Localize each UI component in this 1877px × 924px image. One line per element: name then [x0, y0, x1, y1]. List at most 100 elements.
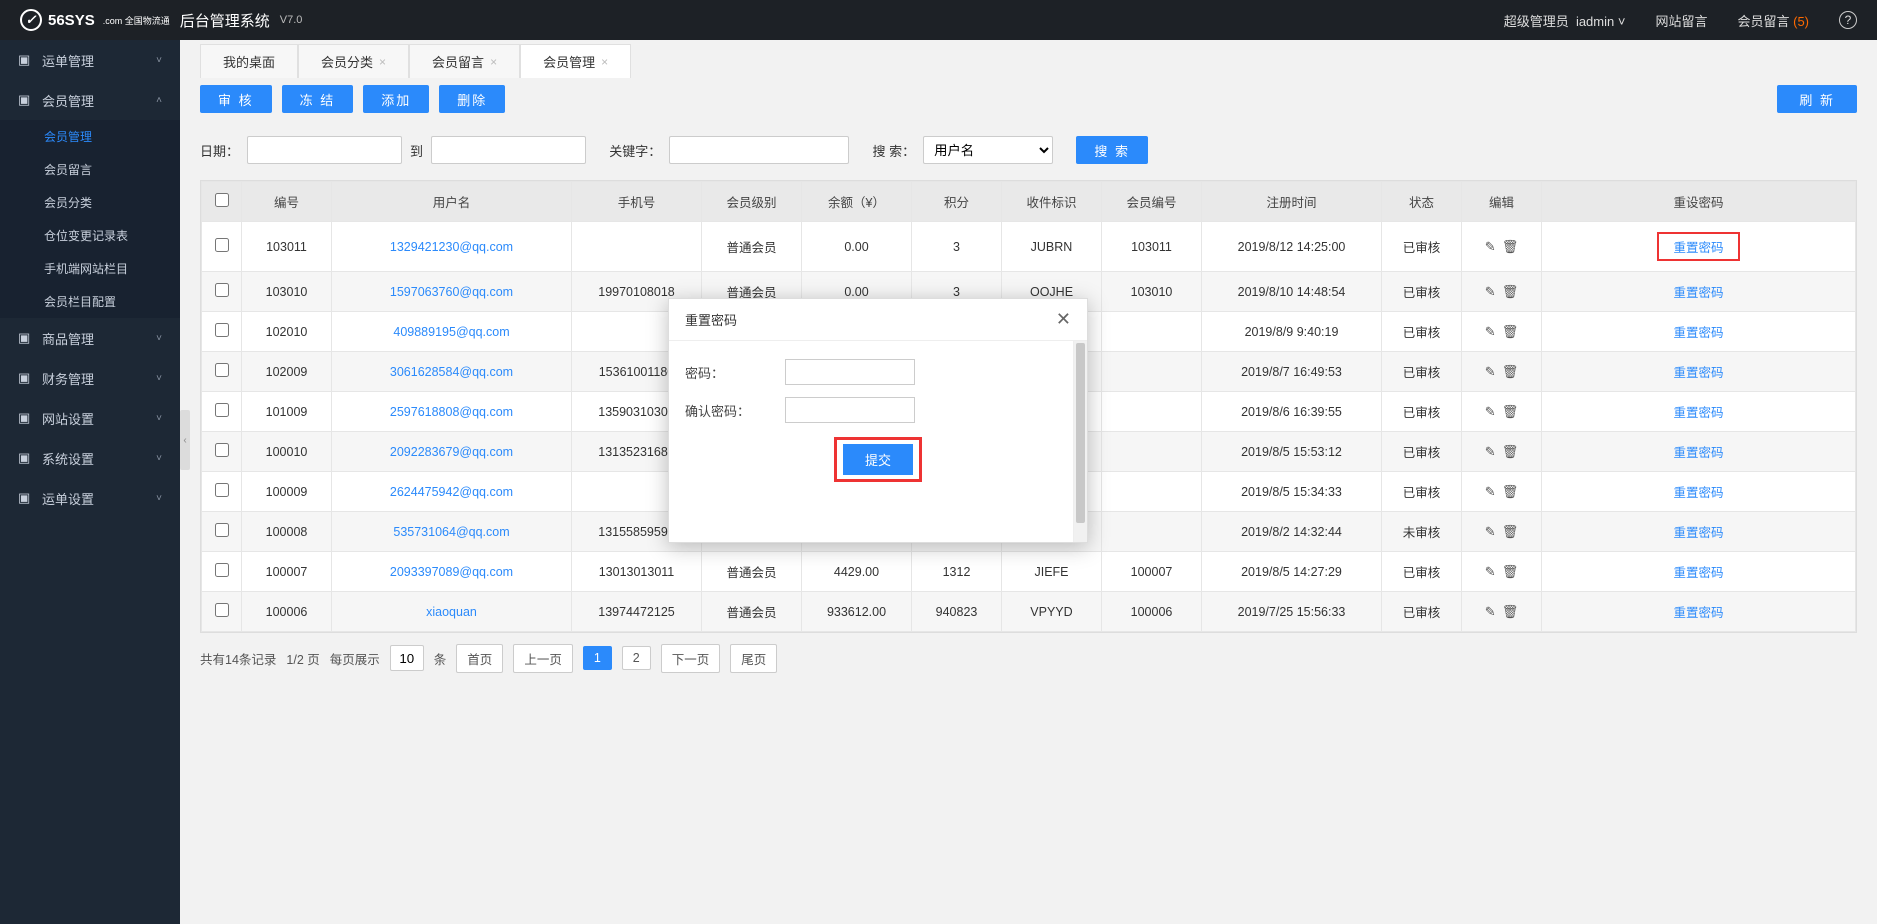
- sidebar-item[interactable]: ▣系统设置˅: [0, 438, 180, 478]
- freeze-button[interactable]: 冻 结: [282, 85, 354, 113]
- keyword-input[interactable]: [669, 136, 849, 164]
- modal-close-icon[interactable]: ✕: [1056, 309, 1071, 330]
- perpage-label: 每页展示: [330, 649, 380, 668]
- date-from-input[interactable]: [247, 136, 402, 164]
- row-checkbox[interactable]: [215, 238, 229, 252]
- tab-close-icon[interactable]: ×: [601, 55, 608, 69]
- modal-scrollbar[interactable]: [1073, 341, 1087, 542]
- delete-icon[interactable]: 🗑: [1502, 444, 1519, 459]
- reset-password-link[interactable]: 重置密码: [1673, 446, 1723, 460]
- sidebar-item[interactable]: ▣运单管理˅: [0, 40, 180, 80]
- delete-icon[interactable]: 🗑: [1502, 484, 1519, 499]
- audit-button[interactable]: 审 核: [200, 85, 272, 113]
- page-prev[interactable]: 上一页: [513, 644, 573, 673]
- username-link[interactable]: 2093397089@qq.com: [390, 565, 513, 579]
- row-checkbox[interactable]: [215, 603, 229, 617]
- page-first[interactable]: 首页: [456, 644, 503, 673]
- add-button[interactable]: 添加: [363, 85, 429, 113]
- row-checkbox[interactable]: [215, 443, 229, 457]
- sidebar-item[interactable]: ▣会员管理˄: [0, 80, 180, 120]
- sidebar-item[interactable]: ▣财务管理˅: [0, 358, 180, 398]
- delete-icon[interactable]: 🗑: [1502, 564, 1519, 579]
- username-link[interactable]: 3061628584@qq.com: [390, 365, 513, 379]
- row-checkbox[interactable]: [215, 403, 229, 417]
- delete-icon[interactable]: 🗑: [1502, 524, 1519, 539]
- delete-icon[interactable]: 🗑: [1502, 604, 1519, 619]
- edit-icon[interactable]: ✎: [1485, 604, 1496, 619]
- username-link[interactable]: 409889195@qq.com: [393, 325, 509, 339]
- delete-icon[interactable]: 🗑: [1502, 404, 1519, 419]
- delete-icon[interactable]: 🗑: [1502, 284, 1519, 299]
- edit-icon[interactable]: ✎: [1485, 484, 1496, 499]
- sidebar-item[interactable]: ▣商品管理˅: [0, 318, 180, 358]
- row-checkbox[interactable]: [215, 523, 229, 537]
- delete-icon[interactable]: 🗑: [1502, 324, 1519, 339]
- reset-password-link[interactable]: 重置密码: [1673, 606, 1723, 620]
- date-to-input[interactable]: [431, 136, 586, 164]
- reset-password-link[interactable]: 重置密码: [1657, 232, 1739, 261]
- member-message-link[interactable]: 会员留言 (5): [1737, 11, 1809, 30]
- tab-close-icon[interactable]: ×: [379, 55, 386, 69]
- sidebar-sub-item[interactable]: 仓位变更记录表: [0, 219, 180, 252]
- edit-icon[interactable]: ✎: [1485, 364, 1496, 379]
- row-checkbox[interactable]: [215, 483, 229, 497]
- reset-password-link[interactable]: 重置密码: [1673, 406, 1723, 420]
- row-checkbox[interactable]: [215, 363, 229, 377]
- page-2[interactable]: 2: [622, 646, 651, 670]
- reset-password-link[interactable]: 重置密码: [1673, 526, 1723, 540]
- submit-button[interactable]: 提交: [843, 444, 913, 475]
- edit-icon[interactable]: ✎: [1485, 564, 1496, 579]
- confirm-password-input[interactable]: [785, 397, 915, 423]
- delete-icon[interactable]: 🗑: [1502, 239, 1519, 254]
- reset-password-link[interactable]: 重置密码: [1673, 366, 1723, 380]
- tab[interactable]: 会员分类×: [298, 44, 409, 78]
- tab-close-icon[interactable]: ×: [490, 55, 497, 69]
- username-link[interactable]: xiaoquan: [426, 605, 477, 619]
- username-link[interactable]: 1597063760@qq.com: [390, 285, 513, 299]
- row-checkbox[interactable]: [215, 283, 229, 297]
- edit-icon[interactable]: ✎: [1485, 524, 1496, 539]
- edit-icon[interactable]: ✎: [1485, 404, 1496, 419]
- edit-icon[interactable]: ✎: [1485, 239, 1496, 254]
- row-checkbox[interactable]: [215, 563, 229, 577]
- edit-icon[interactable]: ✎: [1485, 324, 1496, 339]
- select-all-checkbox[interactable]: [215, 193, 229, 207]
- reset-password-link[interactable]: 重置密码: [1673, 286, 1723, 300]
- edit-icon[interactable]: ✎: [1485, 444, 1496, 459]
- tab[interactable]: 我的桌面: [200, 44, 298, 78]
- row-checkbox[interactable]: [215, 323, 229, 337]
- sidebar-item[interactable]: ▣运单设置˅: [0, 478, 180, 518]
- delete-button[interactable]: 删除: [439, 85, 505, 113]
- search-button[interactable]: 搜 索: [1076, 136, 1148, 164]
- page-1[interactable]: 1: [583, 646, 612, 670]
- edit-icon[interactable]: ✎: [1485, 284, 1496, 299]
- page-last[interactable]: 尾页: [730, 644, 777, 673]
- reset-password-link[interactable]: 重置密码: [1673, 566, 1723, 580]
- username-link[interactable]: 535731064@qq.com: [393, 525, 509, 539]
- username-link[interactable]: 1329421230@qq.com: [390, 240, 513, 254]
- page-next[interactable]: 下一页: [661, 644, 721, 673]
- site-message-link[interactable]: 网站留言: [1655, 11, 1707, 30]
- reset-password-link[interactable]: 重置密码: [1673, 486, 1723, 500]
- search-bar: 日期： 到 关键字： 搜 索： 用户名 搜 索: [180, 120, 1877, 180]
- help-icon[interactable]: ?: [1839, 11, 1857, 29]
- tab[interactable]: 会员留言×: [409, 44, 520, 78]
- sidebar-sub-item[interactable]: 会员栏目配置: [0, 285, 180, 318]
- username-link[interactable]: 2597618808@qq.com: [390, 405, 513, 419]
- sidebar-collapse-handle[interactable]: ‹: [180, 410, 190, 470]
- password-input[interactable]: [785, 359, 915, 385]
- delete-icon[interactable]: 🗑: [1502, 364, 1519, 379]
- searchby-label: 搜 索：: [873, 141, 916, 160]
- sidebar-sub-item[interactable]: 会员留言: [0, 153, 180, 186]
- refresh-button[interactable]: 刷 新: [1777, 85, 1857, 113]
- sidebar-item[interactable]: ▣网站设置˅: [0, 398, 180, 438]
- perpage-input[interactable]: [390, 645, 424, 671]
- username-link[interactable]: 2624475942@qq.com: [390, 485, 513, 499]
- sidebar-sub-item[interactable]: 会员管理: [0, 120, 180, 153]
- reset-password-link[interactable]: 重置密码: [1673, 326, 1723, 340]
- sidebar-sub-item[interactable]: 手机端网站栏目: [0, 252, 180, 285]
- sidebar-sub-item[interactable]: 会员分类: [0, 186, 180, 219]
- username-link[interactable]: 2092283679@qq.com: [390, 445, 513, 459]
- tab[interactable]: 会员管理×: [520, 44, 631, 78]
- searchby-select[interactable]: 用户名: [923, 136, 1053, 164]
